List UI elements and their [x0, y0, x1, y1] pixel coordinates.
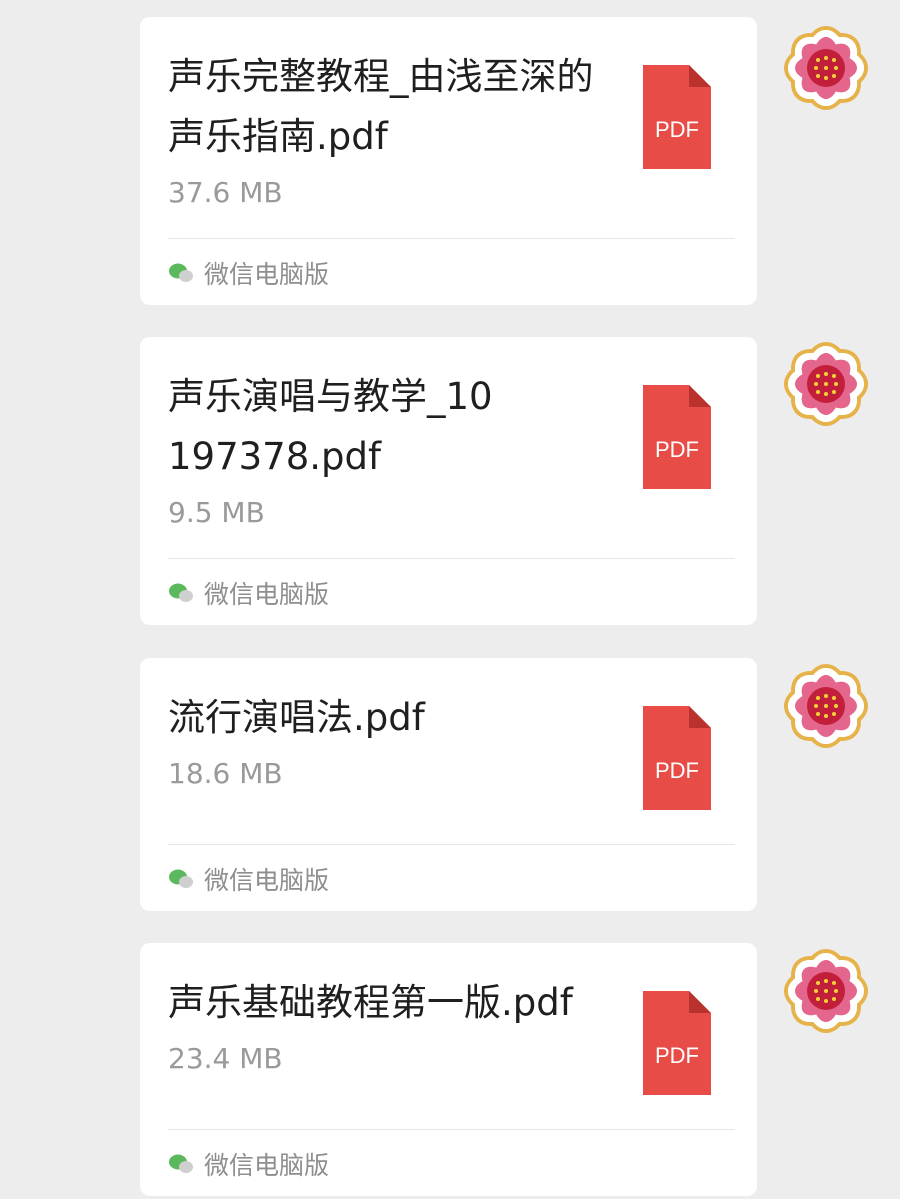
file-message-card[interactable]: 流行演唱法.pdf 18.6 MB PDF 微信电脑版 — [140, 658, 757, 911]
divider — [168, 558, 735, 559]
pdf-badge-text: PDF — [655, 1043, 699, 1068]
source-text: 微信电脑版 — [204, 260, 330, 289]
source-label: 微信电脑版 — [168, 861, 329, 897]
pdf-file-icon: PDF — [643, 706, 711, 810]
source-label: 微信电脑版 — [168, 255, 329, 291]
flower-sticker-icon — [784, 26, 868, 110]
source-label: 微信电脑版 — [168, 1146, 329, 1182]
wechat-icon — [169, 263, 193, 282]
flower-sticker-icon — [784, 664, 868, 748]
file-size: 9.5 MB — [168, 496, 265, 529]
file-message-card[interactable]: 声乐基础教程第一版.pdf 23.4 MB PDF 微信电脑版 — [140, 943, 757, 1196]
file-name: 声乐演唱与教学_10197378.pdf — [168, 375, 493, 478]
file-name: 流行演唱法.pdf — [168, 696, 425, 739]
flower-sticker-icon — [784, 342, 868, 426]
source-text: 微信电脑版 — [204, 866, 330, 895]
divider — [168, 1129, 735, 1130]
pdf-file-icon: PDF — [643, 65, 711, 169]
pdf-badge-text: PDF — [655, 437, 699, 462]
file-message-card[interactable]: 声乐完整教程_由浅至深的声乐指南.pdf 37.6 MB PDF 微信电脑版 — [140, 17, 757, 305]
file-size: 18.6 MB — [168, 757, 283, 790]
pdf-file-icon: PDF — [643, 385, 711, 489]
divider — [168, 844, 735, 845]
file-message-card[interactable]: 声乐演唱与教学_10197378.pdf 9.5 MB PDF 微信电脑版 — [140, 337, 757, 625]
file-name: 声乐基础教程第一版.pdf — [168, 981, 573, 1024]
pdf-badge-text: PDF — [655, 758, 699, 783]
pdf-badge-text: PDF — [655, 117, 699, 142]
flower-sticker-icon — [784, 949, 868, 1033]
file-name: 声乐完整教程_由浅至深的声乐指南.pdf — [168, 55, 594, 158]
file-size: 23.4 MB — [168, 1042, 283, 1075]
file-size: 37.6 MB — [168, 176, 283, 209]
wechat-icon — [169, 583, 193, 602]
pdf-file-icon: PDF — [643, 991, 711, 1095]
chat-file-list: 声乐完整教程_由浅至深的声乐指南.pdf 37.6 MB PDF 微信电脑版 声… — [0, 0, 900, 1199]
divider — [168, 238, 735, 239]
wechat-icon — [169, 1154, 193, 1173]
source-text: 微信电脑版 — [204, 580, 330, 609]
source-text: 微信电脑版 — [204, 1151, 330, 1180]
source-label: 微信电脑版 — [168, 575, 329, 611]
wechat-icon — [169, 869, 193, 888]
